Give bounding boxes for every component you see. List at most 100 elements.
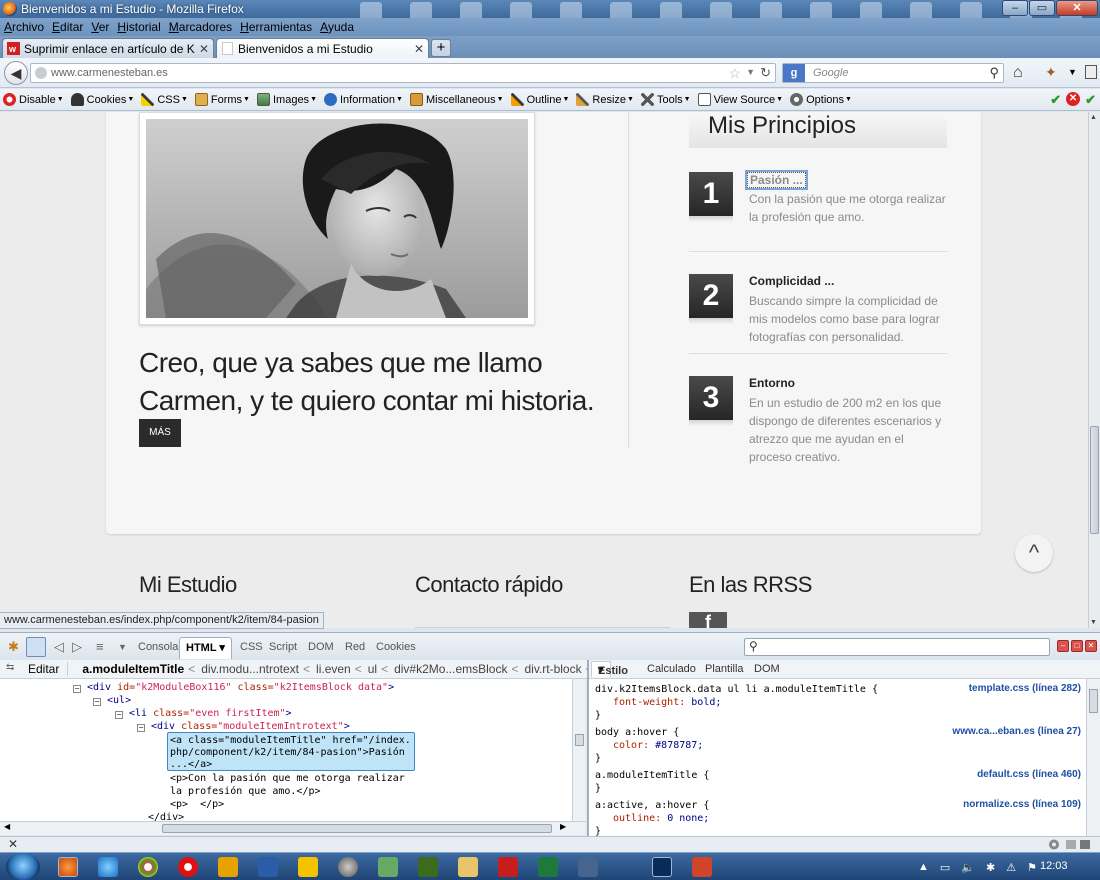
breadcrumb-item[interactable]: ul — [368, 662, 377, 676]
css-source-link[interactable]: template.css (línea 282) — [969, 683, 1081, 694]
tree-line[interactable]: </div> — [148, 811, 184, 821]
style-panel-scrollbar[interactable] — [1086, 679, 1100, 836]
opera-taskbar-icon[interactable] — [178, 857, 198, 877]
close-icon[interactable]: ✕ — [8, 837, 18, 851]
app-taskbar-icon[interactable] — [378, 857, 398, 877]
tab-k2[interactable]: w Suprimir enlace en artículo de K2 - Se… — [2, 38, 214, 58]
flag-icon[interactable]: ⚑ — [1027, 861, 1037, 874]
facebook-icon[interactable]: f — [689, 612, 727, 628]
maximize-button[interactable]: ▭ — [1029, 0, 1055, 16]
breadcrumb-item[interactable]: a.moduleItemTitle — [82, 662, 184, 676]
css-source-link[interactable]: default.css (línea 460) — [977, 769, 1081, 780]
network-icon[interactable]: ✱ — [986, 861, 995, 874]
photoshop-taskbar-icon[interactable] — [652, 857, 672, 877]
edit-button[interactable]: Editar — [18, 662, 69, 676]
new-tab-button[interactable]: + — [431, 39, 451, 57]
firebug-tab-red[interactable]: Red — [345, 641, 365, 653]
tree-line[interactable]: − <li class="even firstItem"> — [115, 707, 292, 720]
chrome-taskbar-icon[interactable] — [138, 857, 158, 877]
excel-taskbar-icon[interactable] — [538, 857, 558, 877]
wd-css[interactable]: CSS ▼ — [141, 93, 188, 106]
dropdown-icon[interactable]: ▼ — [118, 642, 127, 652]
monitor-icon[interactable]: ▭ — [940, 861, 950, 874]
firebug-detach-button[interactable]: □ — [1071, 640, 1083, 652]
css-selector[interactable]: div.k2ItemsBlock.data ul li a.moduleItem… — [595, 683, 878, 696]
menu-marcadores[interactable]: Marcadores — [169, 20, 232, 34]
tree-line[interactable]: la profesión que amo.</p> — [170, 785, 321, 798]
wd-disable[interactable]: Disable ▼ — [3, 93, 64, 106]
scrollbar-thumb[interactable] — [1090, 426, 1099, 534]
principle-title-link[interactable]: Pasión ... — [745, 170, 808, 190]
list-icon[interactable]: ≡ — [96, 639, 104, 654]
app-taskbar-icon[interactable] — [692, 857, 712, 877]
tray-expand-icon[interactable]: ▲ — [918, 861, 929, 874]
dreamweaver-taskbar-icon[interactable] — [418, 857, 438, 877]
firebug-minimize-button[interactable]: – — [1057, 640, 1069, 652]
bookmark-star-icon[interactable]: ☆ — [728, 65, 741, 82]
side-tab-calculado[interactable]: Calculado — [647, 663, 696, 675]
tree-line[interactable]: <p>Con la pasión que me otorga realizar — [170, 772, 405, 785]
menu-ver[interactable]: Ver — [91, 20, 109, 34]
check-icon[interactable]: ✔ — [1050, 92, 1061, 108]
app-taskbar-icon[interactable] — [338, 857, 358, 877]
word-taskbar-icon[interactable] — [258, 857, 278, 877]
wd-forms[interactable]: Forms ▼ — [194, 93, 250, 106]
volume-icon[interactable]: 🔈 — [961, 861, 975, 874]
close-tab-icon[interactable]: ✕ — [414, 42, 424, 56]
css-source-link[interactable]: normalize.css (línea 109) — [963, 799, 1081, 810]
principle-title-link[interactable]: Complicidad ... — [749, 274, 834, 288]
search-icon[interactable]: ⚲ — [989, 65, 999, 81]
contact-form-field[interactable] — [415, 627, 670, 628]
check-icon[interactable]: ✔ — [1085, 92, 1096, 108]
search-box[interactable]: g Google ⚲ — [782, 63, 1004, 83]
scrollbar-thumb[interactable] — [162, 824, 552, 833]
ie-taskbar-icon[interactable] — [98, 857, 118, 877]
start-button[interactable] — [6, 853, 40, 880]
firebug-tab-css[interactable]: CSS — [240, 641, 263, 653]
breadcrumb-item[interactable]: div.rt-block — [524, 662, 581, 676]
side-tab-dom[interactable]: DOM — [754, 663, 780, 675]
back-button[interactable]: ◀ — [4, 61, 28, 85]
html-panel-scrollbar[interactable] — [572, 679, 586, 821]
addon-icon[interactable]: ✦ — [1045, 64, 1057, 81]
url-history-dropdown-icon[interactable]: ▼ — [746, 67, 755, 77]
home-icon[interactable]: ⌂ — [1013, 64, 1023, 82]
firebug-bug-icon[interactable]: ✱ — [8, 639, 19, 655]
minimize-button[interactable]: – — [1002, 0, 1028, 16]
tree-line[interactable]: <p> </p> — [170, 798, 224, 811]
html-panel-hscrollbar[interactable]: ◀ ▶ — [0, 821, 586, 835]
tree-line[interactable]: − <div id="k2ModuleBox116" class="k2Items… — [73, 681, 394, 694]
side-tab-plantilla[interactable]: Plantilla — [705, 663, 744, 675]
css-property[interactable]: outline: 0 none; — [613, 812, 709, 825]
css-source-link[interactable]: www.ca...eban.es (línea 27) — [952, 726, 1081, 737]
principle-title-link[interactable]: Entorno — [749, 376, 795, 390]
scroll-right-icon[interactable]: ▶ — [560, 822, 566, 831]
reload-icon[interactable]: ↻ — [760, 65, 771, 81]
menu-ayuda[interactable]: Ayuda — [320, 20, 354, 34]
wd-information[interactable]: Information ▼ — [324, 93, 403, 106]
firebug-tab-cookies[interactable]: Cookies — [376, 641, 416, 653]
collapse-toggle-icon[interactable]: − — [137, 724, 145, 732]
firebug-tab-html[interactable]: HTML ▾ — [179, 637, 232, 659]
error-icon[interactable]: ✕ — [1066, 92, 1081, 106]
wd-cookies[interactable]: Cookies ▼ — [70, 93, 134, 106]
firebug-tab-script[interactable]: Script — [269, 641, 297, 653]
wd-view-source[interactable]: View Source ▼ — [697, 93, 783, 106]
back-to-top-button[interactable]: ^ — [1015, 534, 1053, 572]
css-property[interactable]: font-weight: bold; — [613, 696, 721, 709]
firebug-tab-console[interactable]: Consola — [138, 641, 178, 653]
explorer-taskbar-icon[interactable] — [458, 857, 478, 877]
scroll-up-icon[interactable]: ▲ — [1090, 114, 1097, 121]
wd-miscellaneous[interactable]: Miscellaneous ▼ — [409, 93, 504, 106]
breadcrumb-item[interactable]: li.even — [316, 662, 351, 676]
wd-tools[interactable]: Tools ▼ — [640, 93, 691, 106]
google-engine-icon[interactable]: g — [783, 64, 805, 82]
selected-node-line[interactable]: ...</a> — [170, 758, 212, 771]
scroll-left-icon[interactable]: ◀ — [4, 822, 10, 831]
menu-herramientas[interactable]: Herramientas — [240, 20, 312, 34]
page-scrollbar[interactable]: ▲ ▼ — [1088, 112, 1100, 628]
breadcrumb-item[interactable]: div#k2Mo...emsBlock — [394, 662, 507, 676]
address-bar[interactable]: www.carmenesteban.es ☆ ▼ ↻ — [30, 63, 776, 83]
firebug-close-button[interactable]: ✕ — [1085, 640, 1097, 652]
scrollbar-thumb[interactable] — [575, 734, 584, 746]
